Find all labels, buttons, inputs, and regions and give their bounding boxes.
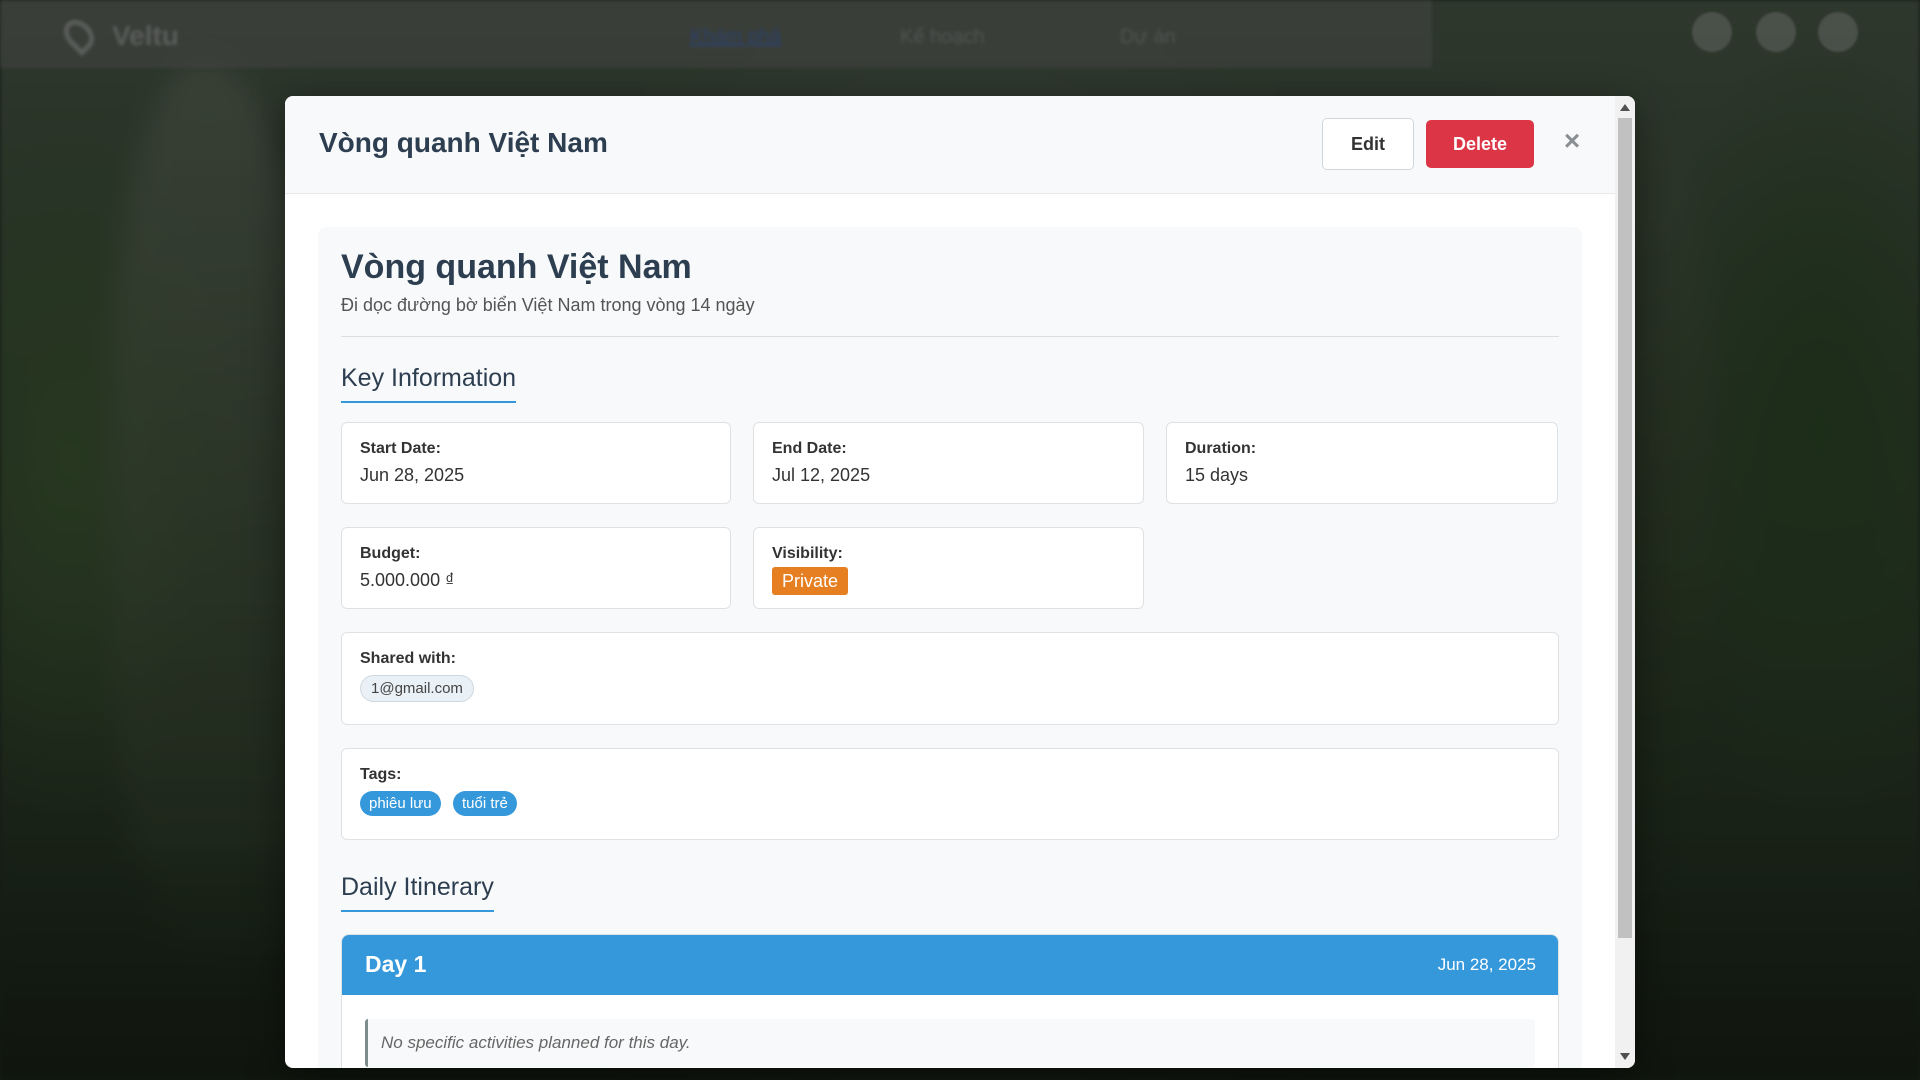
divider — [341, 336, 1559, 337]
modal-title: Vòng quanh Việt Nam — [319, 127, 608, 158]
modal-header: Vòng quanh Việt Nam Edit Delete × — [285, 96, 1615, 194]
tag-chip: phiêu lưu — [360, 791, 441, 816]
tag-chip: tuổi trẻ — [453, 791, 517, 816]
scroll-down-arrow-icon[interactable] — [1620, 1053, 1630, 1060]
day-card: Day 1 Jun 28, 2025 No specific activitie… — [341, 934, 1559, 1068]
visibility-badge: Private — [772, 567, 849, 595]
key-information-heading: Key Information — [341, 364, 517, 403]
tags-box: Tags: phiêu lưu tuổi trẻ — [341, 748, 1559, 840]
shared-with-box: Shared with: 1@gmail.com — [341, 632, 1559, 725]
trip-title: Vòng quanh Việt Nam — [341, 248, 692, 286]
day-empty-message: No specific activities planned for this … — [365, 1019, 1535, 1067]
budget-label: Budget: — [360, 545, 421, 562]
duration-box: Duration: 15 days — [1166, 422, 1558, 504]
tags-label: Tags: — [360, 766, 402, 783]
trip-detail-modal: Vòng quanh Việt Nam Edit Delete × Vòng q… — [285, 96, 1635, 1068]
scrollbar-thumb[interactable] — [1618, 118, 1632, 938]
daily-itinerary-heading: Daily Itinerary — [341, 873, 494, 912]
duration-value: 15 days — [1185, 465, 1249, 485]
close-icon[interactable]: × — [1557, 126, 1587, 156]
end-date-value: Jul 12, 2025 — [772, 465, 871, 485]
trip-content: Vòng quanh Việt Nam Đi dọc đường bờ biển… — [318, 227, 1582, 1068]
duration-label: Duration: — [1185, 440, 1257, 457]
end-date-label: End Date: — [772, 440, 847, 457]
start-date-value: Jun 28, 2025 — [360, 465, 465, 485]
visibility-box: Visibility: Private — [753, 527, 1144, 609]
budget-box: Budget: 5.000.000 ₫ — [341, 527, 731, 609]
day-empty-text: No specific activities planned for this … — [381, 1033, 691, 1052]
end-date-box: End Date: Jul 12, 2025 — [753, 422, 1144, 504]
delete-button[interactable]: Delete — [1426, 120, 1534, 168]
start-date-box: Start Date: Jun 28, 2025 — [341, 422, 731, 504]
scroll-up-arrow-icon[interactable] — [1620, 104, 1630, 111]
modal-scrollbar[interactable] — [1615, 96, 1635, 1068]
visibility-label: Visibility: — [772, 545, 843, 562]
day-date: Jun 28, 2025 — [1437, 955, 1536, 974]
trip-description: Đi dọc đường bờ biển Việt Nam trong vòng… — [341, 295, 755, 315]
edit-button[interactable]: Edit — [1322, 118, 1414, 170]
day-title: Day 1 — [365, 951, 427, 977]
start-date-label: Start Date: — [360, 440, 441, 457]
shared-with-label: Shared with: — [360, 650, 457, 667]
day-header: Day 1 Jun 28, 2025 — [342, 935, 1558, 995]
budget-value: 5.000.000 ₫ — [360, 570, 455, 590]
shared-email-chip: 1@gmail.com — [360, 675, 474, 702]
